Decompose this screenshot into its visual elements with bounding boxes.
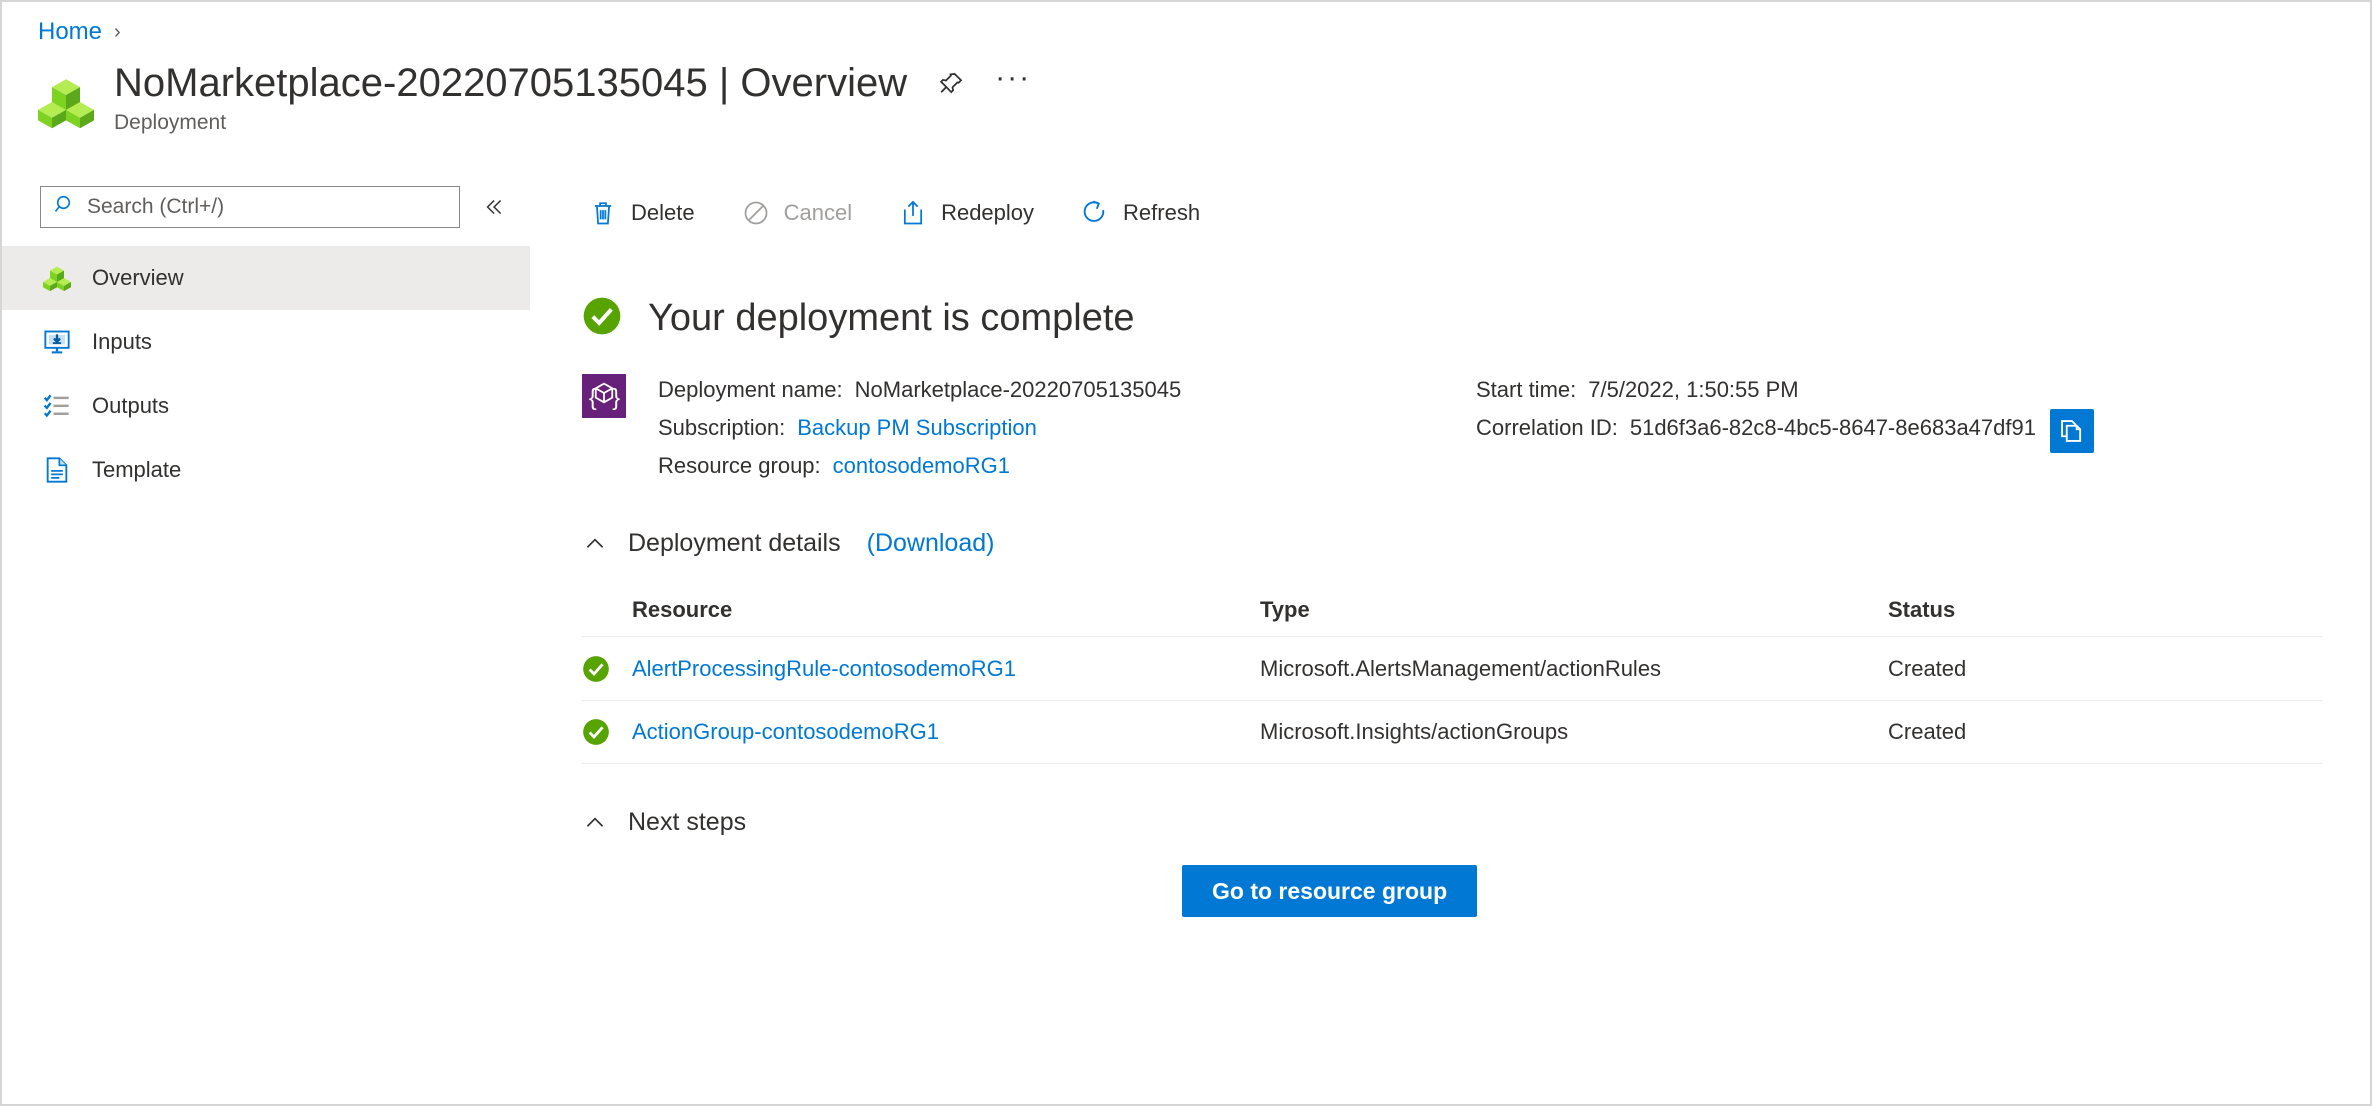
subscription-row: Subscription: Backup PM Subscription — [658, 409, 1476, 447]
sidebar-item-outputs[interactable]: Outputs — [2, 374, 530, 438]
trash-icon — [588, 198, 618, 228]
page-title: NoMarketplace-20220705135045 | Overview — [114, 61, 908, 105]
sidebar-item-inputs[interactable]: Inputs — [2, 310, 530, 374]
outputs-icon — [42, 391, 72, 421]
refresh-icon — [1080, 198, 1110, 228]
column-header-type: Type — [1260, 597, 1310, 622]
sidebar-item-template[interactable]: Template — [2, 438, 530, 502]
column-header-status: Status — [1888, 597, 1956, 622]
subscription-label: Subscription: — [658, 415, 786, 440]
success-check-icon — [582, 296, 622, 341]
redeploy-button[interactable]: Redeploy — [892, 192, 1056, 234]
delete-label: Delete — [631, 200, 695, 225]
deployment-cubes-icon — [38, 74, 94, 130]
status-title: Your deployment is complete — [648, 297, 1135, 339]
resource-type: Microsoft.AlertsManagement/actionRules — [1260, 655, 1662, 681]
deployment-info-block: { } Deployment name: NoMarketplace-20220… — [530, 371, 2370, 485]
table-row: ActionGroup-contosodemoRG1 Microsoft.Ins… — [582, 700, 2322, 764]
resource-link[interactable]: ActionGroup-contosodemoRG1 — [632, 719, 1260, 745]
sidebar-item-label: Overview — [92, 265, 184, 290]
deployment-name-row: Deployment name: NoMarketplace-202207051… — [658, 371, 1476, 409]
row-success-icon — [582, 718, 632, 746]
download-link[interactable]: (Download) — [867, 529, 995, 558]
breadcrumb-home-link[interactable]: Home — [38, 20, 102, 44]
page-subtitle: Deployment — [114, 111, 227, 135]
search-icon — [53, 193, 77, 222]
info-column-right: Start time: 7/5/2022, 1:50:55 PM Correla… — [1476, 371, 2094, 485]
subscription-link[interactable]: Backup PM Subscription — [797, 409, 1037, 447]
inputs-icon — [42, 327, 72, 357]
breadcrumb-separator-icon: › — [114, 21, 121, 43]
arm-template-icon: { } — [582, 374, 626, 418]
upload-icon — [898, 198, 928, 228]
sidebar-item-label: Template — [92, 457, 182, 482]
refresh-label: Refresh — [1123, 200, 1201, 225]
more-options-icon[interactable]: ··· — [995, 62, 1031, 102]
deployment-details-title: Deployment details — [628, 529, 841, 557]
resource-group-link[interactable]: contosodemoRG1 — [833, 447, 1010, 485]
resource-group-label: Resource group: — [658, 453, 821, 478]
breadcrumb: Home › — [38, 12, 121, 52]
table-row: AlertProcessingRule-contosodemoRG1 Micro… — [582, 636, 2322, 700]
correlation-id-value: 51d6f3a6-82c8-4bc5-8647-8e683a47df91 — [1629, 415, 2036, 440]
next-steps-header: Next steps — [530, 808, 2370, 837]
collapse-sidebar-icon[interactable] — [478, 192, 508, 222]
chevron-up-icon[interactable] — [582, 810, 608, 836]
cancel-icon — [741, 198, 771, 228]
cancel-button[interactable]: Cancel — [735, 192, 874, 234]
correlation-id-row: Correlation ID: 51d6f3a6-82c8-4bc5-8647-… — [1476, 409, 2094, 453]
chevron-up-icon[interactable] — [582, 531, 608, 557]
pin-icon[interactable] — [933, 66, 969, 102]
deployment-status-heading: Your deployment is complete — [530, 296, 2370, 341]
resource-status: Created — [1888, 719, 1967, 744]
blade-body: Your deployment is complete { } Deployme… — [530, 248, 2370, 1104]
sidebar-item-label: Outputs — [92, 393, 170, 418]
info-column-left: Deployment name: NoMarketplace-202207051… — [658, 371, 1476, 485]
table-header-row: Resource Type Status — [582, 584, 2322, 636]
delete-button[interactable]: Delete — [582, 192, 717, 234]
refresh-button[interactable]: Refresh — [1074, 192, 1222, 234]
start-time-label: Start time: — [1476, 377, 1577, 402]
go-to-resource-group-button[interactable]: Go to resource group — [1182, 865, 1478, 917]
sidebar-search-row — [2, 180, 530, 228]
template-icon — [42, 455, 72, 485]
svg-text:}: } — [612, 384, 620, 410]
resource-type: Microsoft.Insights/actionGroups — [1260, 719, 1569, 744]
sidebar-item-overview[interactable]: Overview — [2, 246, 530, 310]
resource-status: Created — [1888, 655, 1967, 681]
start-time-value: 7/5/2022, 1:50:55 PM — [1588, 377, 1799, 402]
cancel-label: Cancel — [783, 200, 853, 225]
sidebar: Overview Inputs — [2, 180, 530, 1104]
deployment-details-header: Deployment details (Download) — [530, 529, 2370, 558]
command-toolbar: Delete Cancel Redeploy Refresh — [530, 180, 2370, 246]
sidebar-nav-list: Overview Inputs Outputs Template — [2, 246, 530, 502]
page-header: NoMarketplace-20220705135045 | Overview … — [38, 60, 1031, 135]
deployment-details-table: Resource Type Status AlertProcessingRule… — [582, 584, 2322, 764]
cubes-icon — [42, 263, 72, 293]
column-header-resource: Resource — [632, 597, 733, 622]
search-box[interactable] — [40, 186, 460, 228]
azure-portal-blade: Home › NoMarketplace-20220705135045 | Ov… — [0, 0, 2372, 1106]
resource-link[interactable]: AlertProcessingRule-contosodemoRG1 — [632, 656, 1260, 682]
sidebar-item-label: Inputs — [92, 329, 152, 354]
info-columns: Deployment name: NoMarketplace-202207051… — [658, 371, 2370, 485]
next-steps-title: Next steps — [628, 808, 747, 836]
start-time-row: Start time: 7/5/2022, 1:50:55 PM — [1476, 371, 2094, 409]
deployment-name-value: NoMarketplace-20220705135045 — [854, 377, 1182, 402]
resource-group-row: Resource group: contosodemoRG1 — [658, 447, 1476, 485]
copy-correlation-id-button[interactable] — [2049, 409, 2094, 453]
row-success-icon — [582, 655, 632, 683]
correlation-id-label: Correlation ID: — [1476, 415, 1618, 440]
search-input[interactable] — [87, 195, 427, 219]
deployment-name-label: Deployment name: — [658, 377, 843, 402]
redeploy-label: Redeploy — [941, 200, 1035, 225]
